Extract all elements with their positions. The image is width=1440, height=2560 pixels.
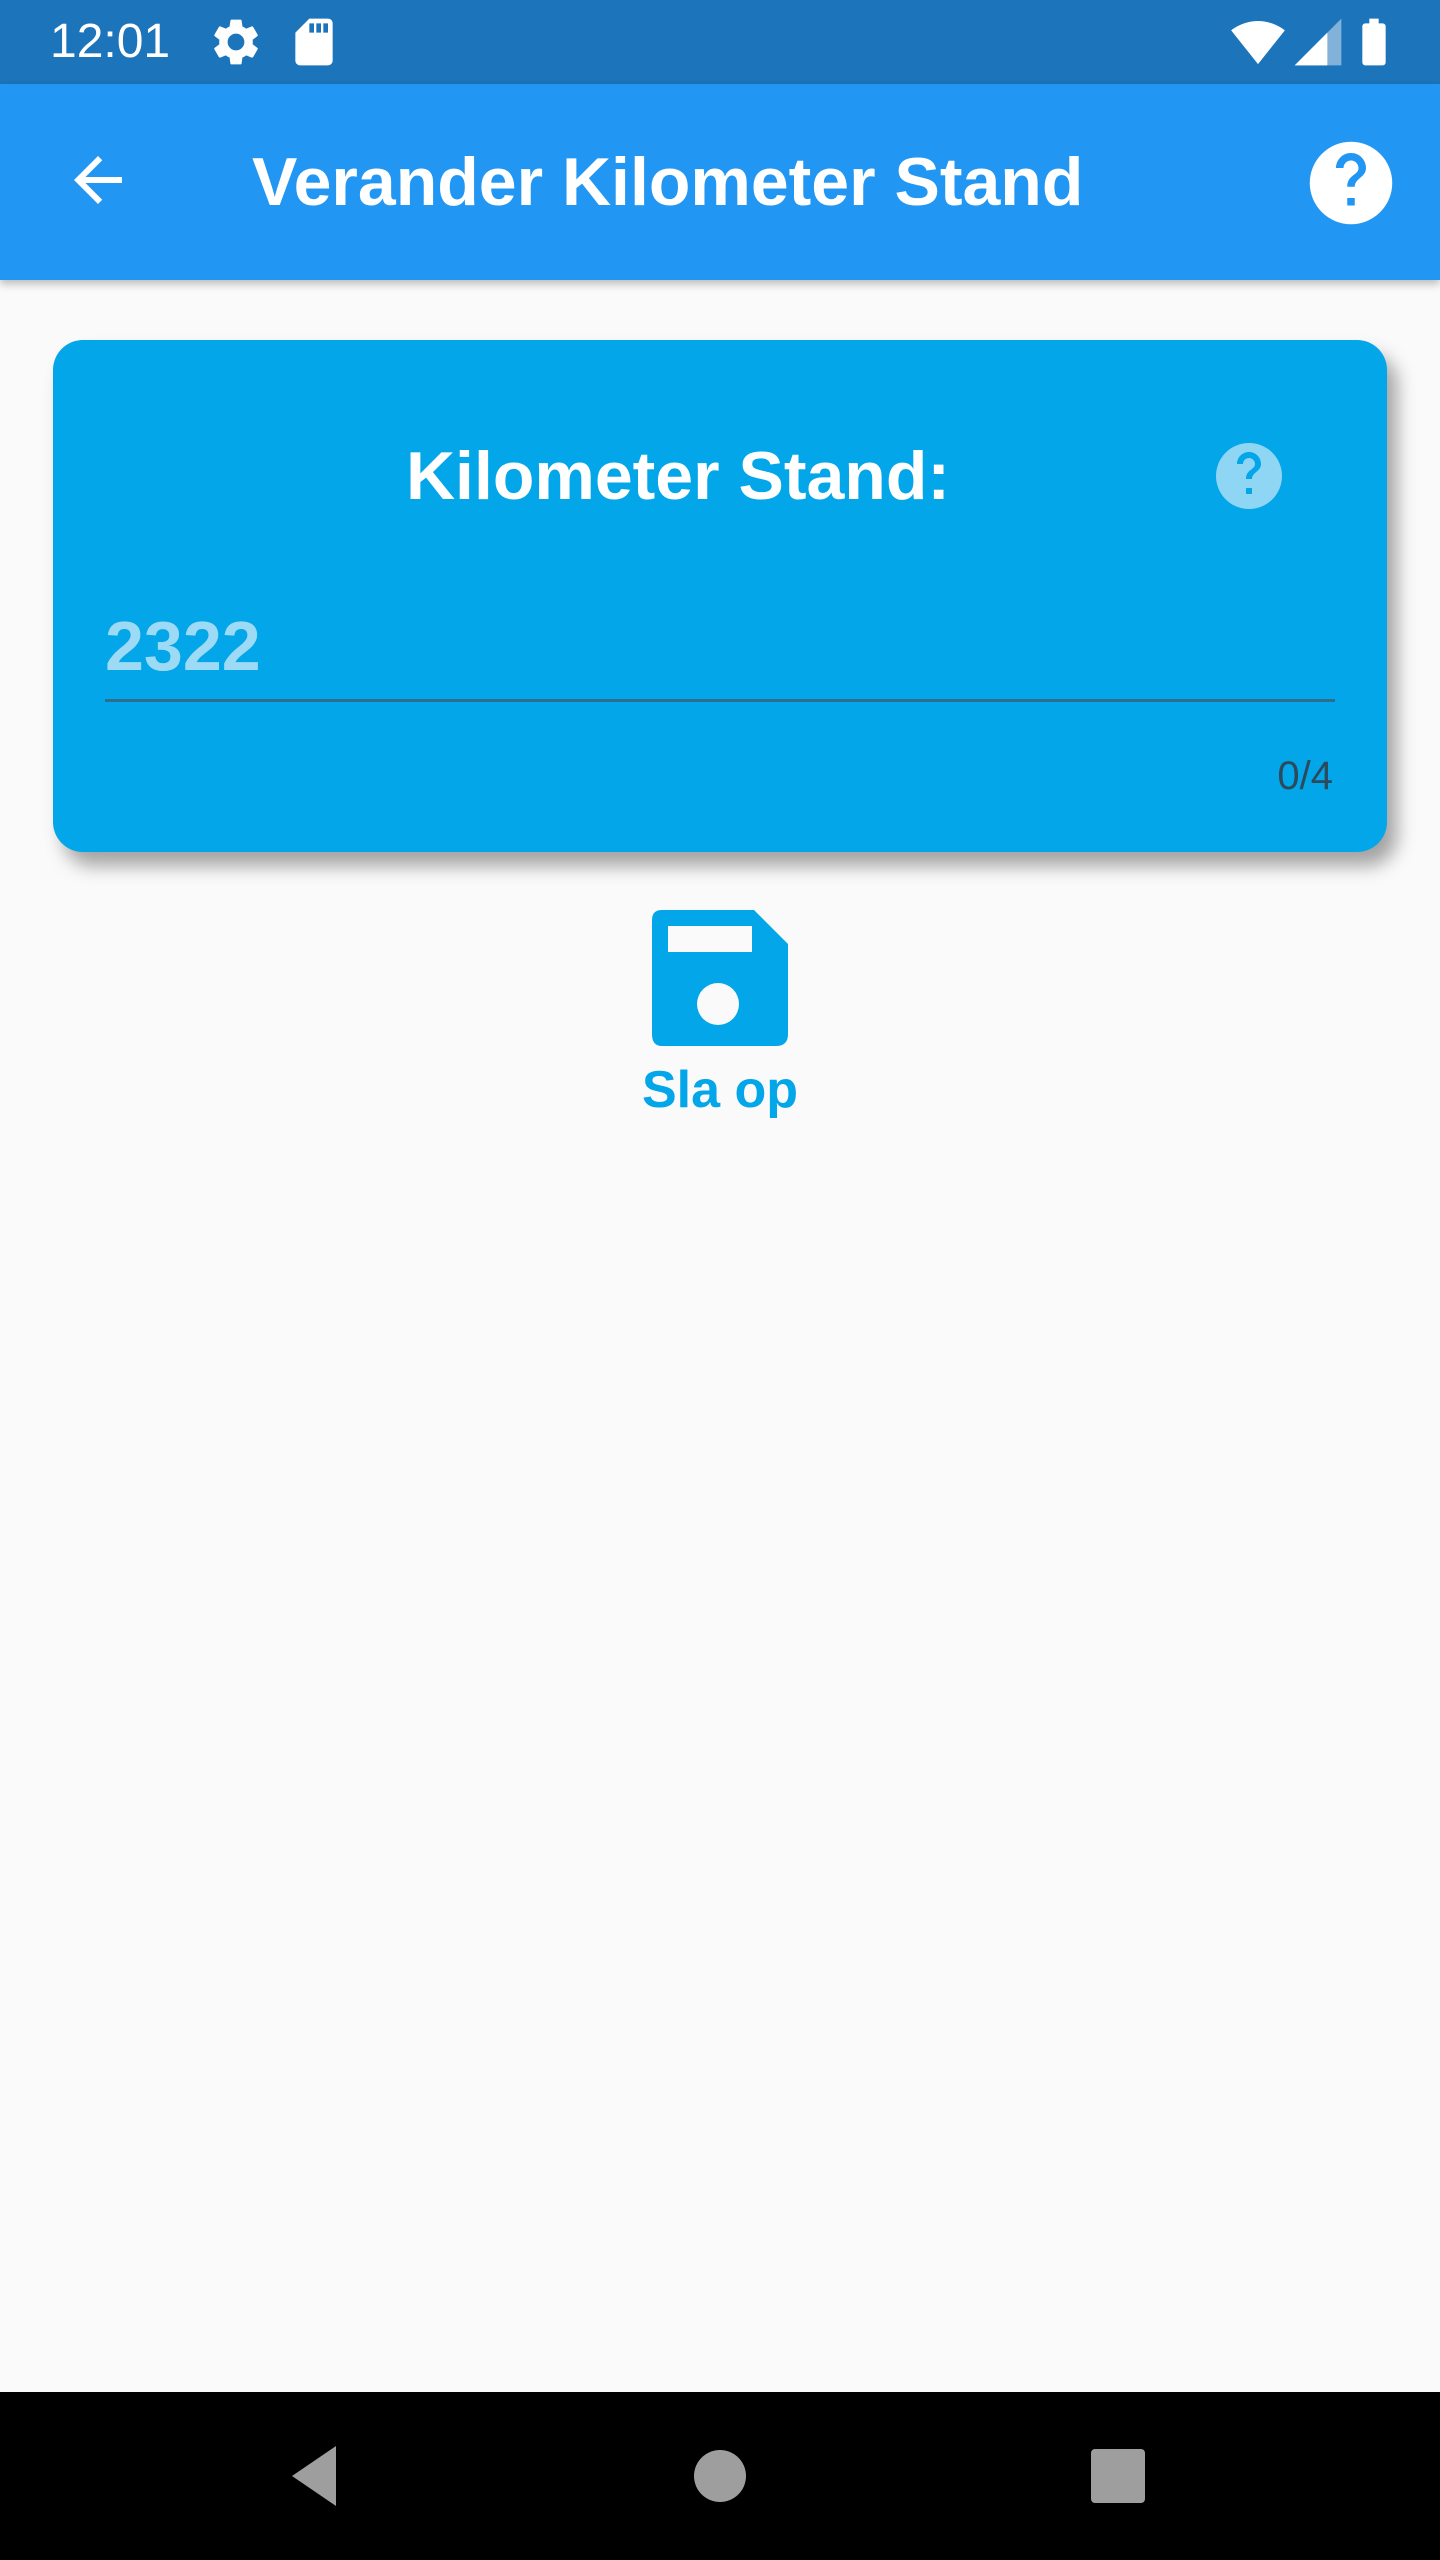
help-icon <box>1306 141 1396 232</box>
card-title: Kilometer Stand: <box>405 438 951 514</box>
help-icon <box>1213 443 1285 516</box>
back-triangle-icon[interactable] <box>274 2432 362 2520</box>
arrow-back-icon <box>62 144 134 221</box>
recents-square-icon[interactable] <box>1074 2432 1162 2520</box>
card-help-button[interactable] <box>1213 440 1285 512</box>
app-bar: Verander Kilometer Stand <box>0 84 1440 280</box>
settings-icon <box>208 14 264 70</box>
battery-icon <box>1346 14 1402 70</box>
signal-icon <box>1290 14 1346 70</box>
sd-card-icon <box>286 14 342 70</box>
floppy-disk-icon <box>652 910 788 1046</box>
back-button[interactable] <box>50 134 146 230</box>
wifi-icon <box>1230 14 1286 70</box>
system-nav-bar <box>0 2392 1440 2560</box>
odometer-card: Kilometer Stand: 0/4 <box>53 340 1387 852</box>
odometer-input[interactable] <box>105 592 1335 702</box>
page-title: Verander Kilometer Stand <box>252 144 1084 220</box>
help-button[interactable] <box>1306 138 1396 228</box>
status-bar: 12:01 <box>0 0 1440 84</box>
home-circle-icon[interactable] <box>676 2432 764 2520</box>
status-time: 12:01 <box>50 15 171 68</box>
save-button[interactable]: Sla op <box>600 900 840 1130</box>
character-counter: 0/4 <box>1277 754 1333 798</box>
save-button-label: Sla op <box>641 1061 799 1119</box>
